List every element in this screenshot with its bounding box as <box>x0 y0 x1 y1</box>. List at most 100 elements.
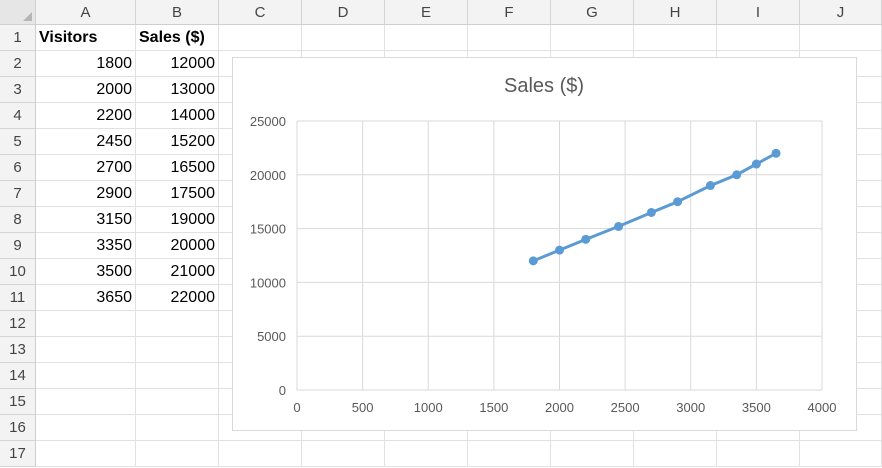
column-header-h[interactable]: H <box>634 0 717 25</box>
row-header-13[interactable]: 13 <box>0 337 36 363</box>
cell-d1[interactable] <box>302 25 385 51</box>
column-header-e[interactable]: E <box>385 0 468 25</box>
cell-c17[interactable] <box>219 441 302 467</box>
cell-g17[interactable] <box>551 441 634 467</box>
cell-a2[interactable]: 1800 <box>36 51 136 77</box>
cell-i17[interactable] <box>717 441 800 467</box>
cell-b9[interactable]: 20000 <box>136 233 219 259</box>
data-point[interactable] <box>528 256 538 266</box>
cell-a1[interactable]: Visitors <box>36 25 136 51</box>
cell-g1[interactable] <box>551 25 634 51</box>
cell-b1[interactable]: Sales ($) <box>136 25 219 51</box>
cell-a13[interactable] <box>36 337 136 363</box>
cell-b8[interactable]: 19000 <box>136 207 219 233</box>
column-header-j[interactable]: J <box>800 0 882 25</box>
row-header-15[interactable]: 15 <box>0 389 36 415</box>
cell-a8[interactable]: 3150 <box>36 207 136 233</box>
row-header-1[interactable]: 1 <box>0 25 36 51</box>
row-header-4[interactable]: 4 <box>0 103 36 129</box>
cell-a11[interactable]: 3650 <box>36 285 136 311</box>
row-header-7[interactable]: 7 <box>0 181 36 207</box>
cell-d17[interactable] <box>302 441 385 467</box>
y-axis-tick-labels: 0 5000 10000 15000 20000 25000 <box>250 114 286 398</box>
cell-a6[interactable]: 2700 <box>36 155 136 181</box>
cell-b3[interactable]: 13000 <box>136 77 219 103</box>
data-point[interactable] <box>673 197 683 207</box>
cell-b7[interactable]: 17500 <box>136 181 219 207</box>
data-point[interactable] <box>555 245 564 255</box>
sales-chart[interactable]: Sales ($) 0 5000 10000 15000 20000 25000 0 500… <box>232 57 857 431</box>
cell-b5[interactable]: 15200 <box>136 129 219 155</box>
row-header-17[interactable]: 17 <box>0 441 36 467</box>
row-header-11[interactable]: 11 <box>0 285 36 311</box>
column-header-d[interactable]: D <box>302 0 385 25</box>
row-header-8[interactable]: 8 <box>0 207 36 233</box>
row-header-9[interactable]: 9 <box>0 233 36 259</box>
row-header-10[interactable]: 10 <box>0 259 36 285</box>
cell-f17[interactable] <box>468 441 551 467</box>
data-point[interactable] <box>614 221 624 231</box>
cell-b14[interactable] <box>136 363 219 389</box>
cell-b16[interactable] <box>136 415 219 441</box>
column-header-g[interactable]: G <box>551 0 634 25</box>
data-point[interactable] <box>732 170 742 180</box>
cell-b15[interactable] <box>136 389 219 415</box>
cell-e17[interactable] <box>385 441 468 467</box>
cell-b4[interactable]: 14000 <box>136 103 219 129</box>
cell-f1[interactable] <box>468 25 551 51</box>
row-header-12[interactable]: 12 <box>0 311 36 337</box>
cell-b11[interactable]: 22000 <box>136 285 219 311</box>
cell-i1[interactable] <box>717 25 800 51</box>
column-header-a[interactable]: A <box>36 0 136 25</box>
column-header-f[interactable]: F <box>468 0 551 25</box>
cell-j17[interactable] <box>800 441 882 467</box>
y-tick-label: 10000 <box>250 275 286 290</box>
cell-a4[interactable]: 2200 <box>36 103 136 129</box>
cell-b17[interactable] <box>136 441 219 467</box>
series-sales[interactable] <box>528 148 781 266</box>
cell-a5[interactable]: 2450 <box>36 129 136 155</box>
row-header-5[interactable]: 5 <box>0 129 36 155</box>
cell-a16[interactable] <box>36 415 136 441</box>
column-header-i[interactable]: I <box>717 0 800 25</box>
y-tick-label: 20000 <box>250 168 286 183</box>
cell-a12[interactable] <box>36 311 136 337</box>
row-header-14[interactable]: 14 <box>0 363 36 389</box>
cell-a7[interactable]: 2900 <box>36 181 136 207</box>
row-header-16[interactable]: 16 <box>0 415 36 441</box>
cell-b2[interactable]: 12000 <box>136 51 219 77</box>
x-tick-label: 3500 <box>742 400 771 415</box>
row-header-2[interactable]: 2 <box>0 51 36 77</box>
row-header-3[interactable]: 3 <box>0 77 36 103</box>
cell-h1[interactable] <box>634 25 717 51</box>
chart-canvas: Sales ($) 0 5000 10000 15000 20000 25000 0 500… <box>250 75 837 415</box>
cell-a15[interactable] <box>36 389 136 415</box>
data-point[interactable] <box>751 159 761 169</box>
cell-b12[interactable] <box>136 311 219 337</box>
cell-b13[interactable] <box>136 337 219 363</box>
data-point[interactable] <box>771 148 781 158</box>
data-point[interactable] <box>705 181 715 191</box>
y-tick-label: 0 <box>279 383 286 398</box>
spreadsheet: A B C D E F G H I J 1 2 3 4 5 6 7 8 9 10… <box>0 0 882 468</box>
column-header-c[interactable]: C <box>219 0 302 25</box>
row-header-6[interactable]: 6 <box>0 155 36 181</box>
data-point[interactable] <box>581 234 591 244</box>
cell-a9[interactable]: 3350 <box>36 233 136 259</box>
column-header-b[interactable]: B <box>136 0 219 25</box>
cell-c1[interactable] <box>219 25 302 51</box>
cell-a14[interactable] <box>36 363 136 389</box>
series-line[interactable] <box>532 151 777 263</box>
chart-gridlines <box>296 120 823 391</box>
cell-a17[interactable] <box>36 441 136 467</box>
cell-j1[interactable] <box>800 25 882 51</box>
select-all-corner[interactable] <box>0 0 36 25</box>
cell-h17[interactable] <box>634 441 717 467</box>
x-tick-label: 2500 <box>611 400 640 415</box>
cell-b6[interactable]: 16500 <box>136 155 219 181</box>
cell-a10[interactable]: 3500 <box>36 259 136 285</box>
cell-e1[interactable] <box>385 25 468 51</box>
data-point[interactable] <box>646 207 656 217</box>
cell-b10[interactable]: 21000 <box>136 259 219 285</box>
cell-a3[interactable]: 2000 <box>36 77 136 103</box>
